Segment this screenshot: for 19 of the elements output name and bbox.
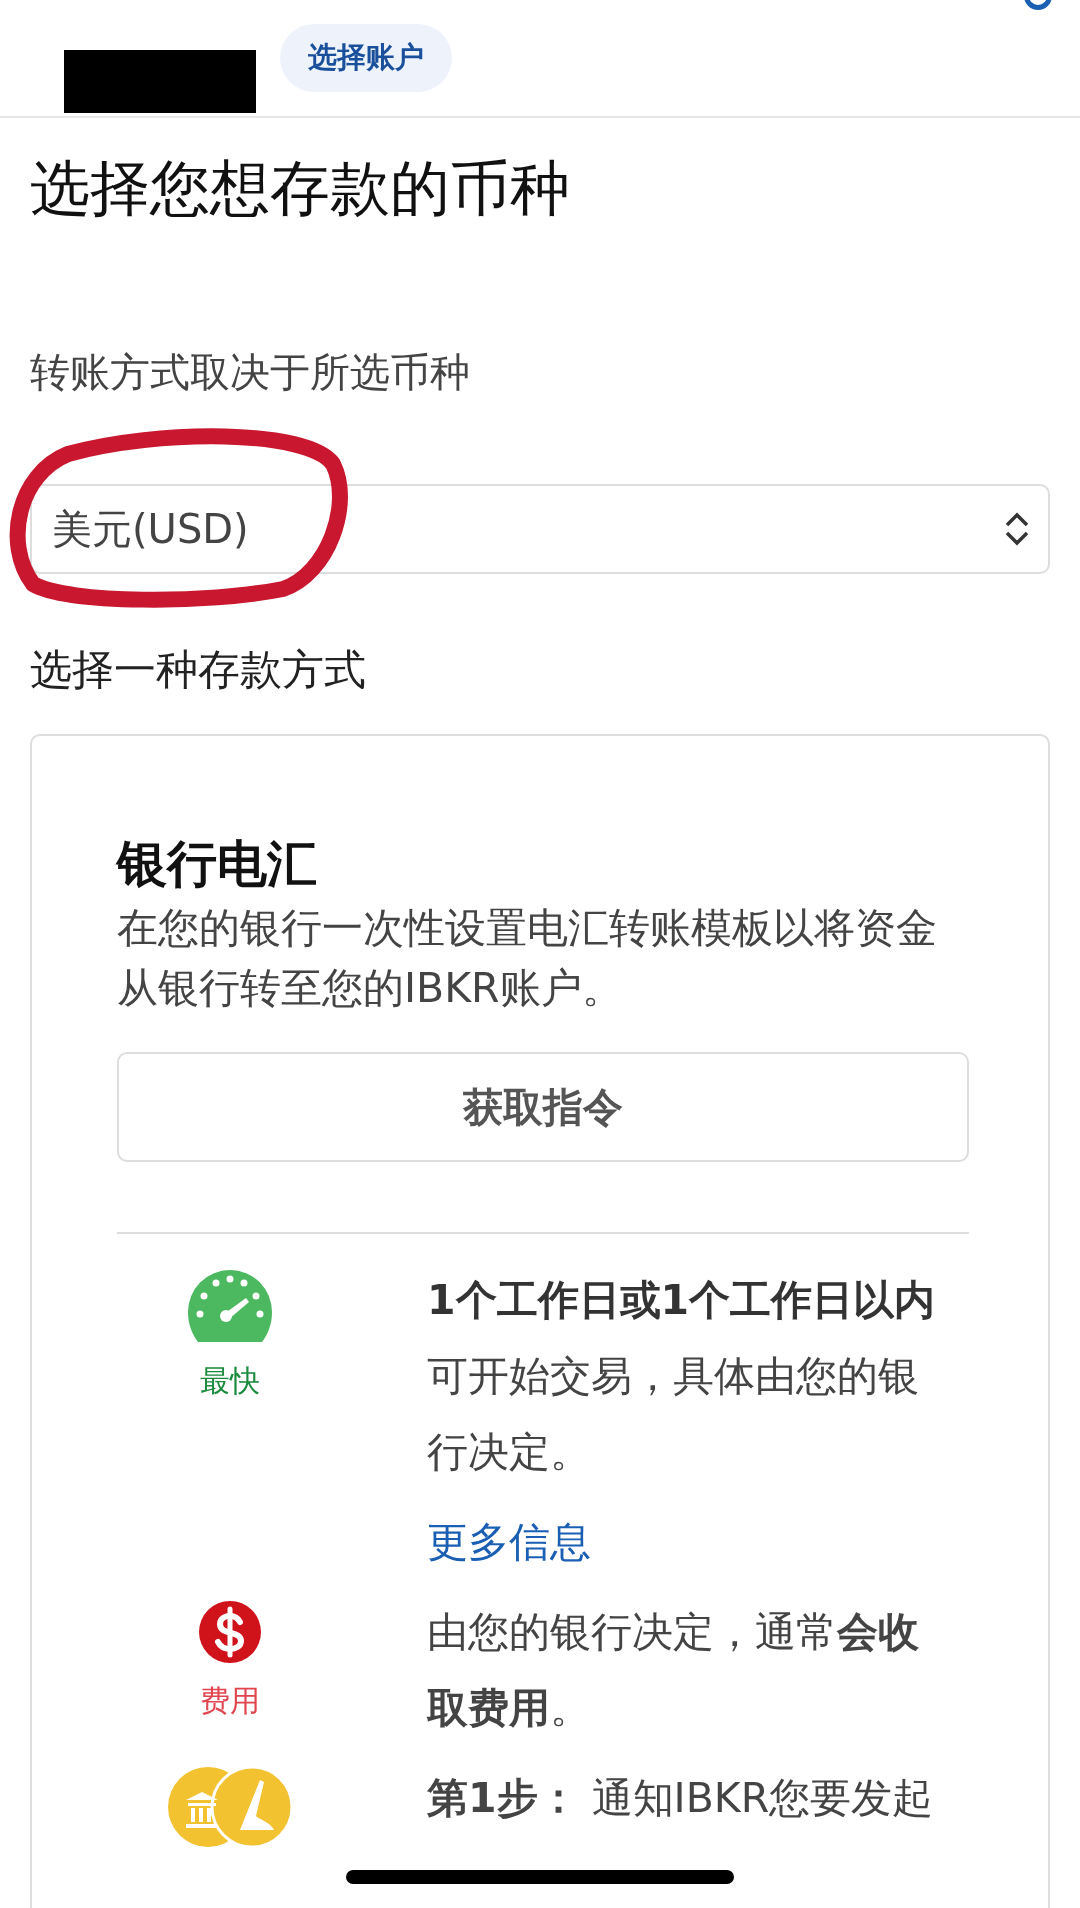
account-tab[interactable]: 选择账户 [280, 24, 452, 92]
speedometer-icon [186, 1268, 274, 1344]
feature-text: 第1步： 通知IBKR您要发起 [427, 1773, 935, 1824]
currency-select[interactable]: 美元(USD) [30, 484, 1050, 574]
feature-label: 费用 [200, 1682, 260, 1720]
bank-coins-icon [168, 1766, 292, 1848]
section-heading: 选择一种存款方式 [30, 644, 367, 696]
feature-text: 由您的银行决定，通常会收取费用。 [427, 1607, 920, 1734]
feature-heading: 1个工作日或1个工作日以内 [427, 1275, 937, 1326]
instructions-button[interactable]: 获取指令 [117, 1052, 969, 1162]
page-title: 选择您想存款的币种 [30, 152, 571, 225]
currency-hint: 转账方式取决于所选币种 [30, 348, 471, 397]
updown-chevron-icon [1004, 512, 1030, 546]
feature-text: 可开始交易，具体由您的银行决定。 [427, 1351, 920, 1478]
method-description: 在您的银行一次性设置电汇转账模板以将资金从银行转至您的IBKR账户。 [117, 903, 938, 1014]
method-title: 银行电汇 [117, 834, 318, 895]
dollar-icon [198, 1600, 262, 1664]
feature-label: 最快 [200, 1362, 260, 1400]
more-info-link[interactable]: 更多信息 [427, 1504, 947, 1580]
